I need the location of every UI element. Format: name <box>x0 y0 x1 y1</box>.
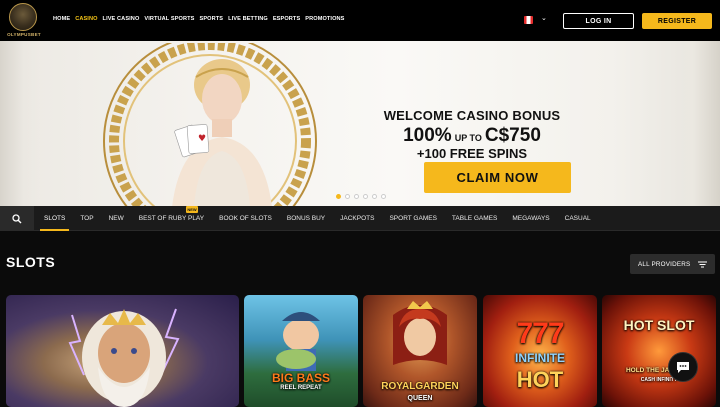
register-button[interactable]: REGISTER <box>642 13 712 29</box>
main-nav: HOME CASINO LIVE CASINO VIRTUAL SPORTS S… <box>53 16 345 22</box>
game-title: BIG BASS <box>271 371 330 385</box>
hero-title: WELCOME CASINO BONUS <box>383 108 561 123</box>
game-tile-royal-garden[interactable]: ROYALGARDEN QUEEN <box>363 295 477 407</box>
game-title: 777 <box>516 317 564 350</box>
hero-model-image: ♥ <box>172 59 272 206</box>
nav-esports[interactable]: ESPORTS <box>273 16 300 22</box>
site-logo[interactable]: OLYMPUSBET <box>6 3 41 37</box>
game-tile-zeus[interactable] <box>6 295 239 407</box>
nav-live-betting[interactable]: LIVE BETTING <box>228 16 268 22</box>
chat-icon <box>677 361 689 373</box>
game-subtitle: INFINITE <box>515 351 565 365</box>
nav-live-casino[interactable]: LIVE CASINO <box>103 16 140 22</box>
nav-promotions[interactable]: PROMOTIONS <box>305 16 344 22</box>
nav-casino[interactable]: CASINO <box>75 16 97 22</box>
section-title: SLOTS <box>6 254 56 270</box>
new-badge: NEW <box>186 206 198 213</box>
marble-column-left <box>0 41 40 206</box>
login-button[interactable]: LOG IN <box>563 13 634 29</box>
game-title: ROYALGARDEN <box>381 381 459 392</box>
logo-emblem-icon <box>9 3 37 31</box>
svg-text:♥: ♥ <box>198 134 206 144</box>
tab-new[interactable]: NEW <box>109 206 124 231</box>
tab-slots[interactable]: SLOTS <box>39 206 70 231</box>
all-providers-button[interactable]: ALL PROVIDERS <box>630 254 715 274</box>
search-icon <box>12 213 22 223</box>
carousel-dot[interactable] <box>372 194 377 199</box>
carousel-dot[interactable] <box>363 194 368 199</box>
hero-amount-pct: 100% <box>403 125 452 146</box>
carousel-dot[interactable] <box>336 194 341 199</box>
tab-book-of-slots[interactable]: BOOK OF SLOTS <box>219 206 272 231</box>
hero-amount-value: C$750 <box>484 125 541 146</box>
game-subtitle: QUEEN <box>407 395 433 402</box>
game-tile-big-bass[interactable]: BIG BASS REEL REPEAT <box>244 295 358 407</box>
tab-table-games[interactable]: TABLE GAMES <box>452 206 497 231</box>
game-subtitle: HOLD THE JACKPOT <box>625 367 693 374</box>
game-subtitle-2: HOT <box>516 367 564 392</box>
filter-icon <box>698 261 707 267</box>
category-tabs: SLOTS TOP NEW BEST OF RUBY PLAY BOOK OF … <box>39 206 591 231</box>
hero-amount-upto: UP TO <box>454 133 482 143</box>
game-tile-hot-slot[interactable]: HOT SLOT HOLD THE JACKPOT CASH INFINITY <box>602 295 716 407</box>
tab-jackpots[interactable]: JACKPOTS <box>340 206 374 231</box>
tab-casual[interactable]: CASUAL <box>565 206 591 231</box>
tab-sport-games[interactable]: SPORT GAMES <box>389 206 436 231</box>
live-chat-button[interactable] <box>668 352 698 382</box>
nav-sports[interactable]: SPORTS <box>199 16 223 22</box>
nav-home[interactable]: HOME <box>53 16 70 22</box>
search-button[interactable] <box>0 206 34 231</box>
tab-top[interactable]: TOP <box>80 206 93 231</box>
game-subtitle-2: CASH INFINITY <box>640 377 678 383</box>
canada-flag-icon[interactable] <box>524 16 533 24</box>
game-tile-infinite-hot[interactable]: 777 INFINITE HOT <box>483 295 597 407</box>
tab-megaways[interactable]: MEGAWAYS <box>512 206 549 231</box>
claim-now-button[interactable]: CLAIM NOW <box>424 162 571 193</box>
carousel-dot[interactable] <box>381 194 386 199</box>
nav-virtual-sports[interactable]: VIRTUAL SPORTS <box>144 16 194 22</box>
top-bar: OLYMPUSBET HOME CASINO LIVE CASINO VIRTU… <box>0 0 720 41</box>
category-bar: SLOTS TOP NEW BEST OF RUBY PLAY BOOK OF … <box>0 206 720 231</box>
game-subtitle: REEL REPEAT <box>280 385 322 391</box>
hero-amount: 100% UP TO C$750 <box>377 125 567 147</box>
marble-column-right <box>675 41 720 206</box>
providers-label: ALL PROVIDERS <box>638 260 691 268</box>
logo-text: OLYMPUSBET <box>7 32 41 37</box>
carousel-dot[interactable] <box>345 194 350 199</box>
hero-banner[interactable]: ♥ WELCOME CASINO BONUS 100% UP TO C$750 +1… <box>0 41 720 206</box>
carousel-dot[interactable] <box>354 194 359 199</box>
carousel-dots <box>336 194 386 199</box>
chevron-down-icon[interactable]: ⌄ <box>541 14 547 22</box>
game-title: HOT SLOT <box>623 317 695 333</box>
zeus-artwork <box>68 308 180 407</box>
hero-free-spins: +100 FREE SPINS <box>416 146 528 161</box>
tab-bonus-buy[interactable]: BONUS BUY <box>287 206 325 231</box>
